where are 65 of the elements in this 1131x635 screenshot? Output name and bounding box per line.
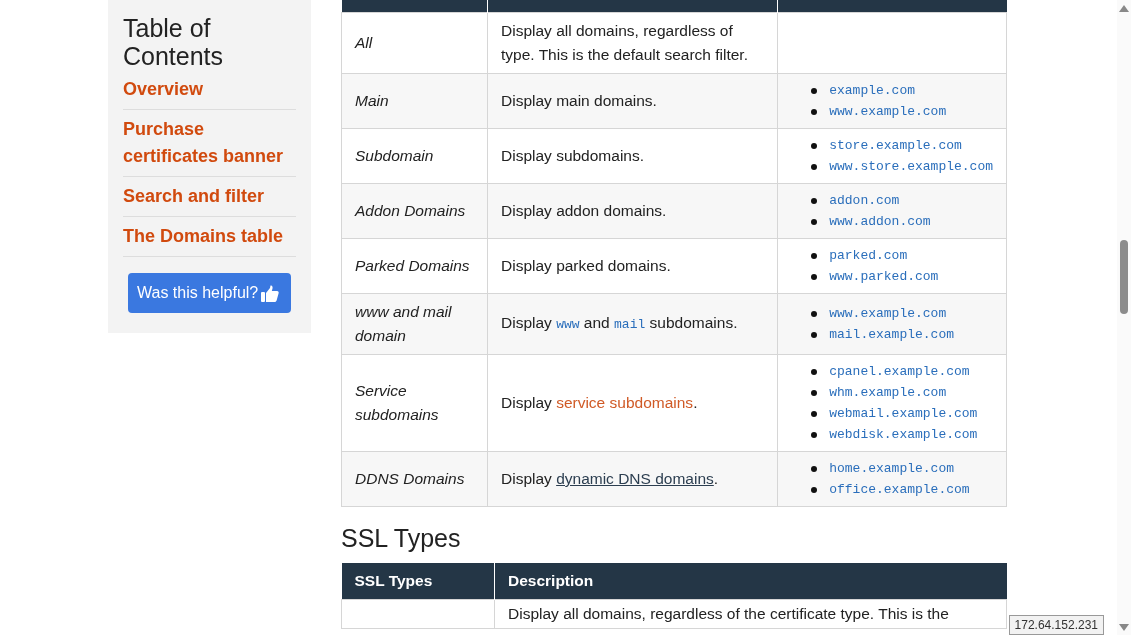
example-domain: example.com <box>829 82 915 100</box>
bullet-icon <box>811 310 818 317</box>
domain-type: www and mail domain <box>355 303 452 344</box>
bullet-icon <box>811 87 818 94</box>
ssl-description: Display all domains, regardless of the certificate type. This is the <box>508 605 949 622</box>
example-domain: cpanel.example.com <box>829 363 970 381</box>
domain-type: Service subdomains <box>355 382 439 423</box>
bullet-icon <box>811 273 818 280</box>
example-domain: www.parked.com <box>829 268 939 286</box>
bullet-icon <box>811 218 818 225</box>
bullet-icon <box>811 368 818 375</box>
bullet-icon <box>811 410 818 417</box>
example-domain: whm.example.com <box>829 384 947 402</box>
bullet-icon <box>811 465 818 472</box>
example-domain: home.example.com <box>829 460 954 478</box>
section-heading: SSL Types <box>341 523 462 553</box>
helpful-button[interactable]: Was this helpful? <box>128 273 291 313</box>
scrollbar[interactable] <box>1117 0 1131 635</box>
example-domain: webdisk.example.com <box>829 426 978 444</box>
example-domain: www.example.com <box>829 103 947 121</box>
ip-tooltip: 172.64.152.231 <box>1008 615 1104 635</box>
type-description: Display main domains. <box>501 92 657 109</box>
example-domain: store.example.com <box>829 137 962 155</box>
example-domain: mail.example.com <box>829 326 954 344</box>
type-description: Display service subdomains. <box>501 394 698 411</box>
domain-type: Addon Domains <box>355 202 466 219</box>
scroll-thumb[interactable] <box>1120 240 1128 314</box>
example-domain: parked.com <box>829 247 908 265</box>
bullet-icon <box>811 197 818 204</box>
example-domain: www.store.example.com <box>829 158 993 176</box>
toc-title: Table of Contents <box>123 14 225 70</box>
thumbs-up-icon <box>261 284 280 302</box>
bullet-icon <box>811 486 818 493</box>
domain-type: DDNS Domains <box>355 470 465 487</box>
toc-link[interactable]: Overview <box>123 74 296 110</box>
type-description: Display subdomains. <box>501 147 644 164</box>
bullet-icon <box>811 252 818 259</box>
example-domain: www.addon.com <box>829 213 931 231</box>
bullet-icon <box>811 163 818 170</box>
bullet-icon <box>811 389 818 396</box>
type-description: Display dynamic DNS domains. <box>501 470 719 487</box>
type-description: Display all domains, regardless of type. This is the default search filter. <box>501 22 748 63</box>
bullet-icon <box>811 142 818 149</box>
toc-link[interactable]: Search and filter <box>123 181 296 217</box>
type-description: Display addon domains. <box>501 202 667 219</box>
example-domain: www.example.com <box>829 305 947 323</box>
type-description: Display parked domains. <box>501 257 671 274</box>
column-header: Description <box>494 563 1007 600</box>
column-header: SSL Types <box>341 563 495 600</box>
domain-type: Parked Domains <box>355 257 470 274</box>
example-domain: addon.com <box>829 192 900 210</box>
example-domain: office.example.com <box>829 481 970 499</box>
bullet-icon <box>811 331 818 338</box>
bullet-icon <box>811 431 818 438</box>
domain-type: Subdomain <box>355 147 434 164</box>
domain-type: Main <box>355 92 389 109</box>
bullet-icon <box>811 108 818 115</box>
domain-type: All <box>355 34 373 51</box>
toc-link[interactable]: Purchase certificates banner <box>123 114 296 177</box>
example-domain: webmail.example.com <box>829 405 978 423</box>
toc-link[interactable]: The Domains table <box>123 221 296 257</box>
scroll-down-icon[interactable] <box>1119 624 1129 631</box>
dynamic-dns-link[interactable]: dynamic DNS domains <box>556 470 714 487</box>
type-description: Display www and mail subdomains. <box>501 314 738 331</box>
scroll-up-icon[interactable] <box>1119 5 1129 12</box>
